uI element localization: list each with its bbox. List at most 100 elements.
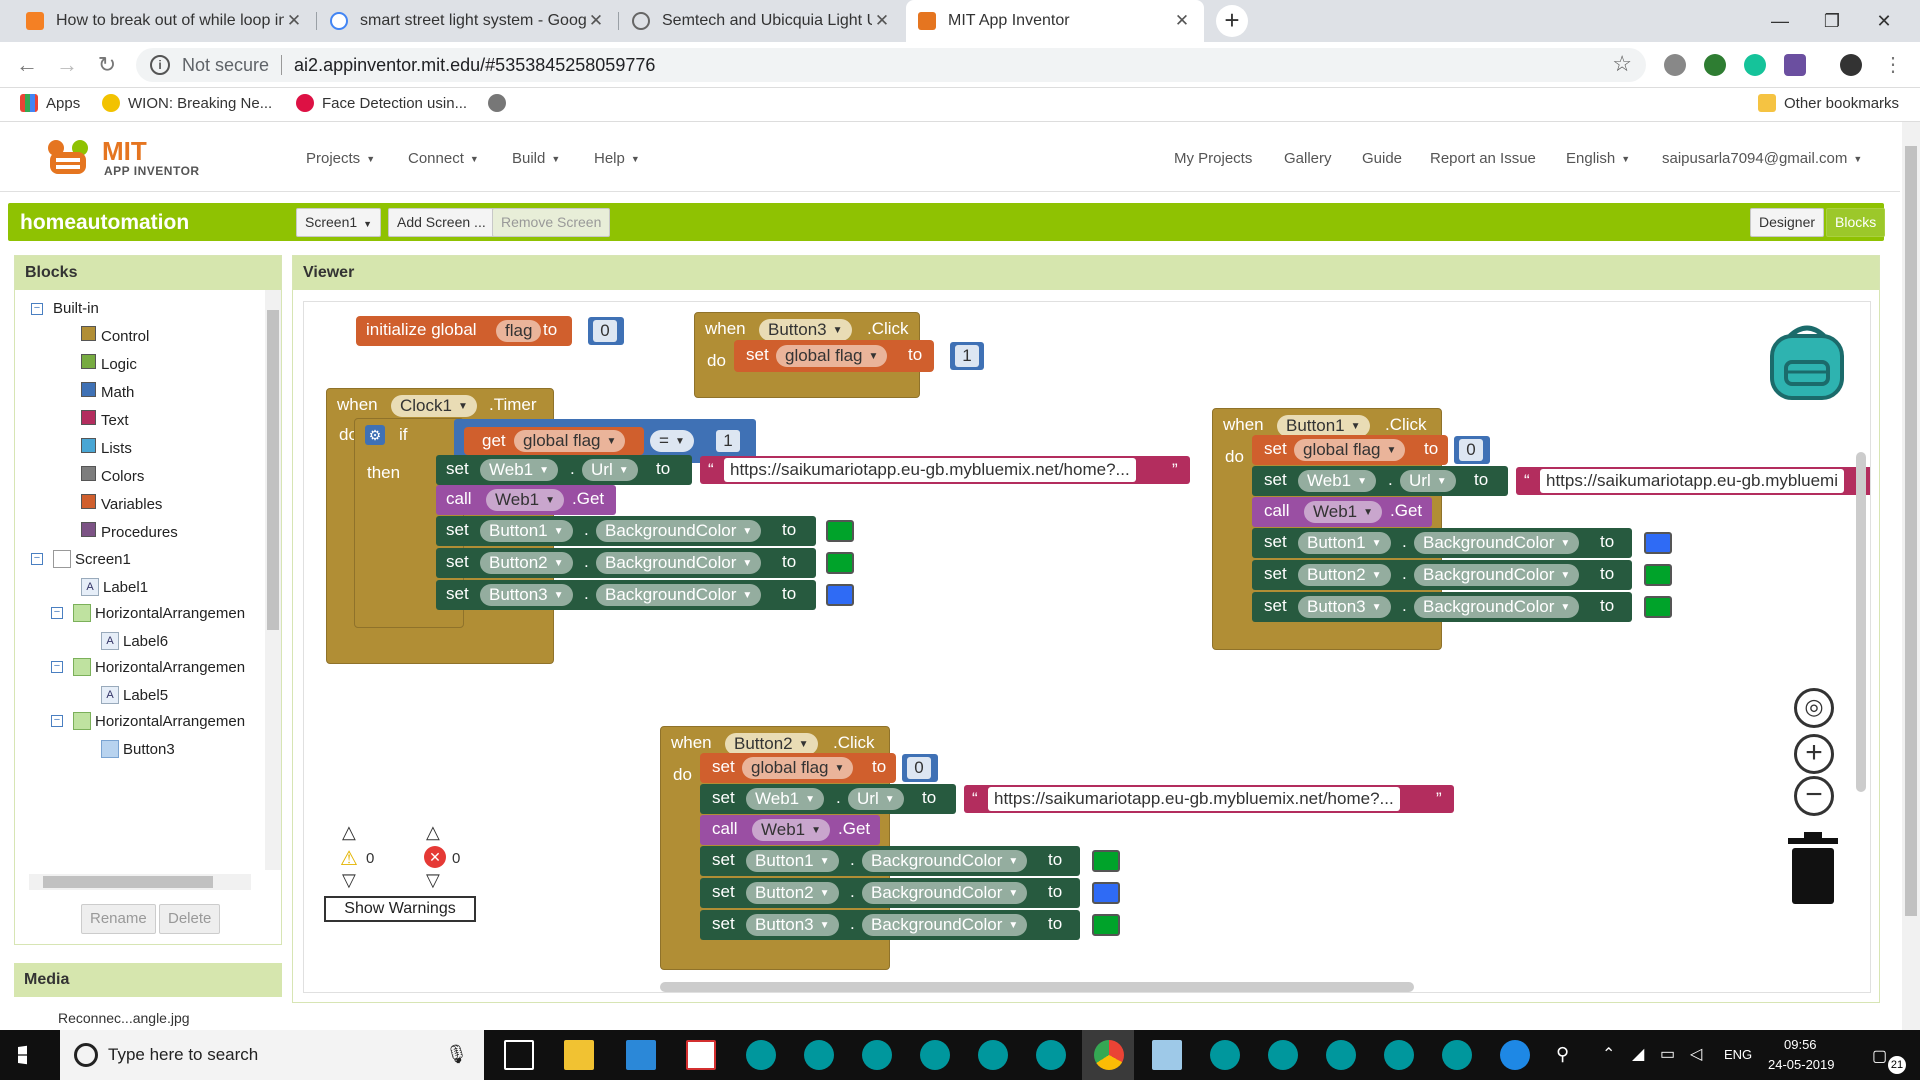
category-text[interactable]: Text	[81, 410, 129, 429]
call-web1-get-block[interactable]: call Web1 ▼ .Get	[436, 485, 616, 515]
workspace-horizontal-scrollbar[interactable]	[660, 982, 1414, 992]
page-scrollbar[interactable]	[1902, 122, 1920, 1030]
delete-button[interactable]: Delete	[159, 904, 221, 934]
tree-screen1[interactable]: − Screen1	[31, 550, 131, 568]
errors-prev-arrow-icon[interactable]: △	[426, 822, 440, 843]
taskbar-search[interactable]: Type here to search 🎙	[60, 1030, 484, 1080]
errors-next-arrow-icon[interactable]: ▽	[426, 870, 440, 891]
set-button3-bgcolor-block[interactable]: set Button3 ▼ . BackgroundColor ▼ to	[1252, 592, 1672, 622]
color-swatch-green[interactable]	[826, 552, 854, 574]
category-logic[interactable]: Logic	[81, 354, 137, 373]
number-block[interactable]: 0	[902, 754, 938, 782]
tree-label1[interactable]: A Label1	[81, 578, 148, 596]
set-button1-bgcolor-block[interactable]: set Button1 ▼ . BackgroundColor ▼ to	[1252, 528, 1672, 558]
arduino-icon[interactable]	[862, 1040, 892, 1070]
bookmark-wion[interactable]: WION: Breaking Ne...	[102, 94, 272, 112]
initialize-global-block[interactable]: initialize global flag to	[356, 316, 572, 346]
back-arrow-icon[interactable]: ←	[12, 50, 42, 80]
forward-arrow-icon[interactable]: →	[52, 50, 82, 80]
tree-button3[interactable]: Button3	[101, 740, 175, 758]
set-web1-url-block[interactable]: set Web1 ▼ . Url ▼ to	[700, 784, 956, 814]
arduino-icon[interactable]	[1384, 1040, 1414, 1070]
warnings-prev-arrow-icon[interactable]: △	[342, 822, 356, 843]
set-global-flag-block[interactable]: set global flag ▼ to	[734, 340, 934, 372]
microphone-icon[interactable]: 🎙	[445, 1044, 468, 1065]
call-web1-get-block[interactable]: call Web1 ▼ .Get	[700, 815, 880, 845]
link-my-projects[interactable]: My Projects	[1174, 150, 1252, 167]
app-inventor-logo[interactable]: MIT APP INVENTOR	[42, 134, 202, 182]
clock-date[interactable]: 24-05-2019	[1768, 1057, 1835, 1072]
extension-purple-icon[interactable]	[1784, 54, 1806, 76]
browser-tab-active[interactable]: MIT App Inventor ✕	[906, 0, 1204, 42]
address-bar[interactable]: i Not secure ai2.appinventor.mit.edu/#53…	[136, 48, 1646, 82]
vc-app-icon[interactable]	[626, 1040, 656, 1070]
info-icon[interactable]: i	[150, 55, 170, 75]
set-button3-bgcolor-block[interactable]: set Button3 ▼ . BackgroundColor ▼ to	[700, 910, 1120, 940]
color-swatch-green[interactable]	[1644, 564, 1672, 586]
menu-projects[interactable]: Projects ▼	[306, 150, 375, 167]
browser-tab[interactable]: How to break out of while loop in ✕	[14, 0, 316, 42]
gear-icon[interactable]: ⚙	[365, 425, 385, 445]
tree-horizontal-arrangement[interactable]: − HorizontalArrangemen	[51, 604, 245, 622]
category-variables[interactable]: Variables	[81, 494, 162, 513]
profile-avatar[interactable]	[1840, 54, 1862, 76]
arduino-icon[interactable]	[1326, 1040, 1356, 1070]
url-text[interactable]: ai2.appinventor.mit.edu/#535384525805977…	[294, 55, 655, 76]
language-indicator[interactable]: ENG	[1724, 1047, 1752, 1062]
blocks-button[interactable]: Blocks	[1826, 208, 1886, 237]
pdf-icon[interactable]	[686, 1040, 716, 1070]
close-tab-icon[interactable]: ✕	[872, 11, 892, 31]
number-block[interactable]: 1	[950, 342, 984, 370]
color-swatch-green[interactable]	[1092, 914, 1120, 936]
get-global-flag-block[interactable]: get global flag ▼	[464, 427, 644, 455]
call-web1-get-block[interactable]: call Web1 ▼ .Get	[1252, 497, 1432, 527]
color-swatch-green[interactable]	[1644, 596, 1672, 618]
category-control[interactable]: Control	[81, 326, 149, 345]
set-global-flag-block[interactable]: set global flag ▼ to	[1252, 435, 1448, 465]
maximize-window-button[interactable]: ❐	[1812, 6, 1852, 36]
menu-help[interactable]: Help ▼	[594, 150, 640, 167]
clock-time[interactable]: 09:56	[1784, 1037, 1817, 1052]
browser-tab[interactable]: Semtech and Ubicquia Light Up t ✕	[620, 0, 904, 42]
arduino-icon[interactable]	[1210, 1040, 1240, 1070]
link-gallery[interactable]: Gallery	[1284, 150, 1332, 167]
extension-globe-icon[interactable]	[1704, 54, 1726, 76]
color-swatch-green[interactable]	[826, 520, 854, 542]
grammarly-icon[interactable]	[1744, 54, 1766, 76]
number-block[interactable]: 0	[1454, 436, 1490, 464]
set-button1-bgcolor-block[interactable]: set Button1 ▼ . BackgroundColor ▼ to	[436, 516, 854, 546]
notification-icon[interactable]: ▢	[1872, 1046, 1887, 1066]
number-block[interactable]: 0	[588, 317, 624, 345]
tree-horizontal-scrollbar[interactable]	[29, 874, 251, 890]
recenter-icon[interactable]: ◎	[1794, 688, 1834, 728]
add-screen-button[interactable]: Add Screen ...	[388, 208, 495, 237]
account-dropdown[interactable]: saipusarla7094@gmail.com ▼	[1662, 150, 1862, 167]
close-window-button[interactable]: ✕	[1864, 6, 1904, 36]
color-swatch-green[interactable]	[1092, 850, 1120, 872]
close-tab-icon[interactable]: ✕	[284, 11, 304, 31]
category-colors[interactable]: Colors	[81, 466, 144, 485]
chrome-icon[interactable]	[1094, 1040, 1124, 1070]
close-tab-icon[interactable]: ✕	[586, 11, 606, 31]
set-web1-url-block[interactable]: set Web1 ▼ . Url ▼ to	[436, 455, 692, 485]
workspace-vertical-scrollbar[interactable]	[1856, 452, 1866, 792]
set-global-flag-block[interactable]: set global flag ▼ to	[700, 753, 896, 783]
browser-menu-icon[interactable]: ⋮	[1878, 50, 1908, 80]
tree-builtin[interactable]: − Built-in	[31, 300, 99, 317]
close-tab-icon[interactable]: ✕	[1172, 11, 1192, 31]
bookmark-face-detection[interactable]: Face Detection usin...	[296, 94, 467, 112]
notepad-icon[interactable]	[1152, 1040, 1182, 1070]
link-report-issue[interactable]: Report an Issue	[1430, 150, 1536, 167]
zoom-out-icon[interactable]: −	[1794, 776, 1834, 816]
battery-icon[interactable]: ▭	[1660, 1044, 1675, 1064]
color-swatch-blue[interactable]	[1092, 882, 1120, 904]
task-view-icon[interactable]	[504, 1040, 534, 1070]
new-tab-button[interactable]: +	[1216, 5, 1248, 37]
set-button1-bgcolor-block[interactable]: set Button1 ▼ . BackgroundColor ▼ to	[700, 846, 1120, 876]
browser-tab[interactable]: smart street light system - Googl ✕	[318, 0, 618, 42]
menu-build[interactable]: Build ▼	[512, 150, 560, 167]
language-dropdown[interactable]: English ▼	[1566, 150, 1630, 167]
windows-start-icon[interactable]	[18, 1045, 27, 1065]
set-button2-bgcolor-block[interactable]: set Button2 ▼ . BackgroundColor ▼ to	[700, 878, 1120, 908]
variable-name-field[interactable]: flag	[496, 320, 542, 342]
